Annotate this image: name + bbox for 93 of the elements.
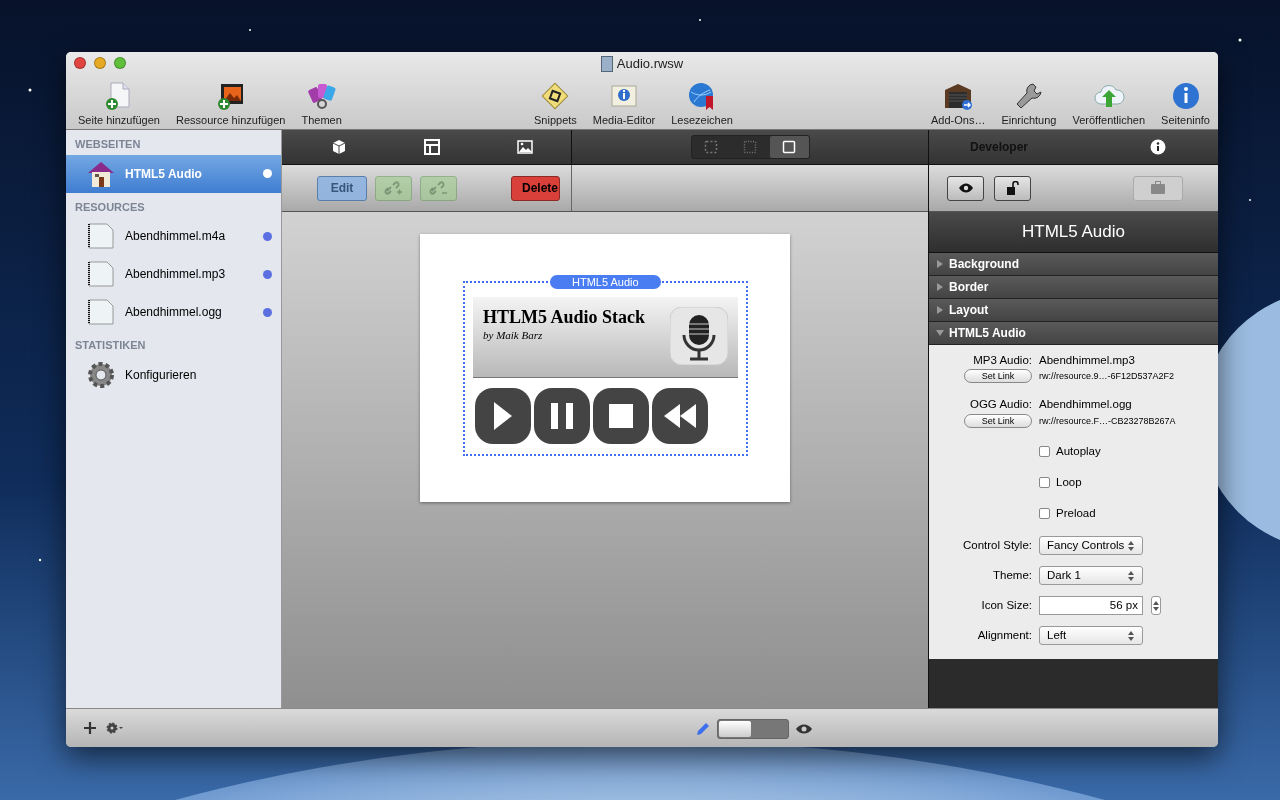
field-label: MP3 Audio: bbox=[972, 353, 1032, 368]
eye-button[interactable] bbox=[947, 175, 984, 201]
triangle-down-icon bbox=[936, 329, 944, 337]
sidebar-heading: WEBSEITEN bbox=[74, 137, 142, 152]
stepper[interactable] bbox=[1151, 596, 1161, 616]
updown-arrows-icon bbox=[1127, 540, 1135, 551]
toolbar-button[interactable]: Veröffentlichen bbox=[1066, 80, 1152, 129]
sidebar-item[interactable]: Abendhimmel.m4a bbox=[66, 217, 281, 255]
field-label: OGG Audio: bbox=[969, 397, 1032, 413]
frame-icon bbox=[704, 140, 718, 154]
sidebar-item[interactable]: Abendhimmel.mp3 bbox=[66, 255, 281, 293]
file-name: Abendhimmel.mp3 bbox=[1039, 353, 1136, 368]
inspector-section-header[interactable]: Border bbox=[929, 276, 1218, 299]
checkbox-label: Loop bbox=[1056, 474, 1082, 490]
dropdown[interactable]: Fancy Controls bbox=[1039, 536, 1143, 556]
play-icon bbox=[494, 402, 512, 430]
unlocked-padlock-icon bbox=[1006, 181, 1019, 195]
edit-preview-toggle[interactable] bbox=[717, 719, 789, 739]
toolbar-button[interactable]: Einrichtung bbox=[995, 80, 1063, 129]
updown-arrows-icon bbox=[1152, 600, 1160, 611]
inspector-section-header[interactable]: HTML5 Audio bbox=[929, 322, 1218, 345]
checkbox[interactable] bbox=[1039, 508, 1050, 520]
document-icon bbox=[85, 296, 117, 328]
pause-button[interactable] bbox=[534, 388, 590, 444]
field-label: Alignment: bbox=[976, 628, 1032, 644]
window-control-button[interactable] bbox=[94, 57, 106, 69]
inspector-section-header[interactable]: Background bbox=[929, 253, 1218, 276]
toolbar-button[interactable]: Add-Ons… bbox=[925, 80, 992, 129]
toolbar-button[interactable]: Seite hinzufügen bbox=[72, 80, 166, 129]
input-field[interactable]: 56 px bbox=[1039, 596, 1143, 616]
pause-icon bbox=[551, 403, 573, 429]
briefcase-icon bbox=[1150, 181, 1166, 195]
checkbox[interactable] bbox=[1039, 476, 1050, 488]
plus-icon[interactable] bbox=[84, 722, 96, 734]
frame-mode-button[interactable] bbox=[769, 136, 809, 158]
inspector-title: HTML5 Audio bbox=[929, 212, 1218, 253]
stack-author: by Maik Barz bbox=[483, 328, 544, 343]
stack-badge: HTML5 Audio bbox=[550, 275, 661, 289]
cube-icon[interactable] bbox=[330, 139, 347, 155]
layout-icon[interactable] bbox=[423, 139, 440, 155]
resource-url: rw://resource.9…-6F12D537A2F2 bbox=[1039, 370, 1176, 384]
document-icon bbox=[85, 258, 117, 290]
microphone-icon bbox=[670, 307, 728, 365]
frame-icon bbox=[782, 140, 796, 154]
info-icon[interactable] bbox=[1150, 139, 1166, 155]
delete-button[interactable]: Delete bbox=[511, 175, 560, 201]
sidebar-heading: STATISTIKEN bbox=[74, 338, 147, 353]
image-icon[interactable] bbox=[516, 139, 533, 155]
toolbar-button[interactable]: Seiteninfo bbox=[1155, 80, 1216, 129]
field-label: Theme: bbox=[992, 568, 1032, 584]
set-link-button[interactable]: Set Link bbox=[964, 413, 1032, 428]
stack-title: HTLM5 Audio Stack bbox=[483, 307, 646, 327]
frame-icon bbox=[743, 140, 757, 154]
toolbar-button[interactable]: Ressource hinzufügen bbox=[169, 80, 292, 129]
file-name: Abendhimmel.ogg bbox=[1039, 397, 1133, 413]
toolbar-button[interactable]: Lesezeichen bbox=[665, 80, 739, 129]
updown-arrows-icon bbox=[1127, 630, 1135, 641]
window-control-button[interactable] bbox=[74, 57, 86, 69]
dropdown[interactable]: Left bbox=[1039, 626, 1143, 646]
field-label: Icon Size: bbox=[980, 598, 1032, 614]
triangle-right-icon bbox=[936, 260, 944, 268]
set-link-button[interactable]: Set Link bbox=[964, 369, 1032, 384]
dropdown[interactable]: Dark 1 bbox=[1039, 566, 1143, 586]
toolbar-button[interactable]: Themen bbox=[295, 80, 348, 129]
eye-icon[interactable] bbox=[795, 723, 813, 735]
field-label: Control Style: bbox=[961, 538, 1032, 554]
rewind-button[interactable] bbox=[652, 388, 708, 444]
toolbar-button[interactable]: Snippets bbox=[528, 80, 583, 129]
toolbar-button[interactable]: Media-Editor bbox=[586, 80, 662, 129]
triangle-right-icon bbox=[936, 283, 944, 291]
updown-arrows-icon bbox=[1127, 570, 1135, 581]
stop-button[interactable] bbox=[593, 388, 649, 444]
rewind-icon bbox=[664, 404, 696, 428]
lock-button[interactable] bbox=[994, 175, 1031, 201]
checkbox-label: Preload bbox=[1056, 506, 1096, 521]
sidebar-item[interactable]: Abendhimmel.ogg bbox=[66, 293, 281, 331]
inspector-section-header[interactable]: Layout bbox=[929, 299, 1218, 322]
window-control-button[interactable] bbox=[114, 57, 126, 69]
document-icon bbox=[600, 55, 613, 72]
play-button[interactable] bbox=[475, 388, 531, 444]
document-icon bbox=[85, 220, 117, 252]
triangle-right-icon bbox=[936, 306, 944, 314]
checkbox-label: Autoplay bbox=[1056, 443, 1101, 459]
resource-url: rw://resource.F…-CB23278B267A bbox=[1039, 414, 1177, 428]
pencil-icon[interactable] bbox=[695, 721, 711, 737]
stop-icon bbox=[609, 404, 633, 428]
eye-icon bbox=[957, 182, 974, 194]
gear-menu-icon[interactable] bbox=[106, 722, 124, 734]
toggle-knob bbox=[719, 721, 751, 737]
sidebar-item[interactable]: Konfigurieren bbox=[66, 355, 281, 394]
window-title: Audio.rwsw bbox=[616, 55, 684, 73]
checkbox[interactable] bbox=[1039, 445, 1050, 457]
sidebar-heading: RESOURCES bbox=[74, 199, 146, 215]
